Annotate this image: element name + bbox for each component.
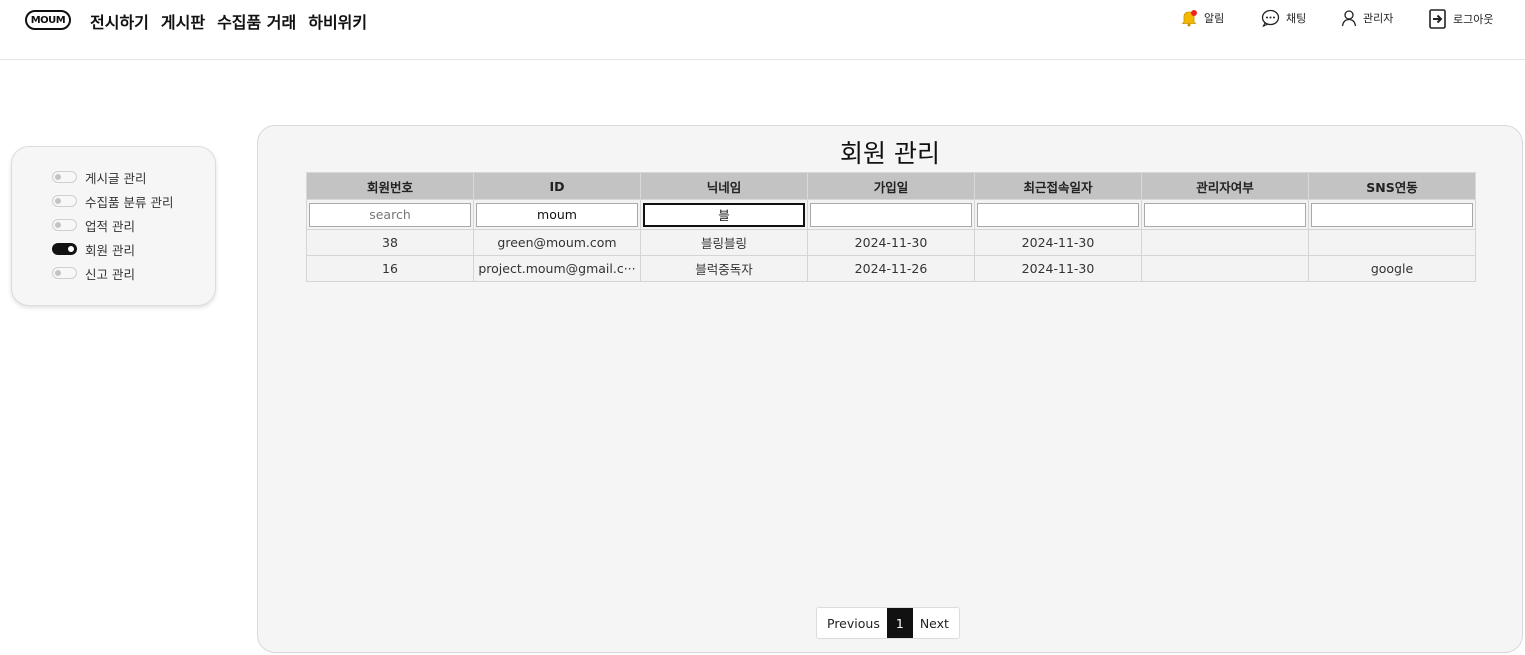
sidebar-item-achievement-management[interactable]: 업적 관리 (52, 213, 173, 237)
filter-cell (640, 199, 808, 230)
filter-cell (306, 199, 474, 230)
sidebar-item-label: 신고 관리 (85, 266, 135, 282)
table-header-row: 회원번호 ID 닉네임 가입일 최근접속일자 관리자여부 SNS연동 (306, 172, 1476, 200)
cell-member-no: 38 (306, 229, 474, 256)
sidebar-item-label: 업적 관리 (85, 218, 135, 234)
admin-menu-list: 게시글 관리 수집품 분류 관리 업적 관리 회원 관리 신고 관리 (52, 165, 173, 285)
filter-cell (1308, 199, 1476, 230)
cell-id: project.moum@gmail.c··· (473, 255, 641, 282)
toggle-switch-active[interactable] (52, 243, 77, 255)
alarm-label: 알림 (1204, 12, 1225, 25)
main-menu: 전시하기 게시판 수집품 거래 하비위키 (90, 9, 367, 33)
filter-cell (807, 199, 975, 230)
logout-label: 로그아웃 (1453, 13, 1494, 26)
cell-id: green@moum.com (473, 229, 641, 256)
current-page-button[interactable]: 1 (886, 608, 913, 638)
logout-icon (1429, 9, 1447, 29)
toggle-switch[interactable] (52, 171, 77, 183)
column-header-is-admin[interactable]: 관리자여부 (1141, 172, 1309, 200)
sidebar-item-report-management[interactable]: 신고 관리 (52, 261, 173, 285)
chat-bubble-icon (1261, 9, 1280, 27)
chat-label: 채팅 (1286, 12, 1307, 25)
filter-row (306, 199, 1476, 230)
last-login-search-input[interactable] (977, 202, 1139, 227)
pagination: Previous 1 Next (816, 607, 960, 639)
column-header-sns[interactable]: SNS연동 (1308, 172, 1476, 200)
bell-icon (1180, 9, 1198, 27)
member-management-panel: 회원 관리 회원번호 ID 닉네임 가입일 최근접속일자 관리자여부 SNS연동 (257, 125, 1523, 653)
column-header-id[interactable]: ID (473, 172, 641, 200)
table-row[interactable]: 16 project.moum@gmail.c··· 블럭중독자 2024-11… (306, 255, 1476, 282)
cell-is-admin (1141, 255, 1309, 282)
column-header-last-login[interactable]: 최근접속일자 (974, 172, 1142, 200)
toggle-switch[interactable] (52, 219, 77, 231)
sidebar-item-label: 게시글 관리 (85, 170, 147, 186)
cell-join-date: 2024-11-26 (807, 255, 975, 282)
toggle-switch[interactable] (52, 195, 77, 207)
menu-hobbywiki[interactable]: 하비위키 (308, 9, 367, 33)
top-navbar: MOUM 전시하기 게시판 수집품 거래 하비위키 알림 채팅 관리자 로그아웃 (0, 0, 1525, 60)
cell-last-login: 2024-11-30 (974, 255, 1142, 282)
toggle-switch[interactable] (52, 267, 77, 279)
cell-is-admin (1141, 229, 1309, 256)
table-row[interactable]: 38 green@moum.com 블링블링 2024-11-30 2024-1… (306, 229, 1476, 256)
sidebar-item-category-management[interactable]: 수집품 분류 관리 (52, 189, 173, 213)
menu-exhibit[interactable]: 전시하기 (90, 9, 149, 33)
cell-sns (1308, 229, 1476, 256)
filter-cell (1141, 199, 1309, 230)
sidebar-item-label: 수집품 분류 관리 (85, 194, 174, 210)
page-title: 회원 관리 (840, 139, 940, 168)
filter-cell (473, 199, 641, 230)
chat-button[interactable]: 채팅 (1261, 9, 1306, 27)
user-icon (1341, 9, 1357, 27)
previous-page-button[interactable]: Previous (820, 616, 887, 631)
cell-sns: google (1308, 255, 1476, 282)
menu-board[interactable]: 게시판 (161, 9, 205, 33)
member-no-search-input[interactable] (309, 202, 471, 227)
admin-label: 관리자 (1363, 12, 1394, 25)
is-admin-search-input[interactable] (1144, 202, 1306, 227)
column-header-nickname[interactable]: 닉네임 (640, 172, 808, 200)
logout-button[interactable]: 로그아웃 (1429, 9, 1493, 29)
filter-cell (974, 199, 1142, 230)
menu-trade[interactable]: 수집품 거래 (217, 9, 296, 33)
cell-join-date: 2024-11-30 (807, 229, 975, 256)
sidebar-item-label: 회원 관리 (85, 242, 135, 258)
cell-last-login: 2024-11-30 (974, 229, 1142, 256)
sidebar-item-post-management[interactable]: 게시글 관리 (52, 165, 173, 189)
join-date-search-input[interactable] (810, 202, 972, 227)
nickname-search-input[interactable] (643, 202, 805, 227)
member-table: 회원번호 ID 닉네임 가입일 최근접속일자 관리자여부 SNS연동 38 (306, 172, 1476, 282)
alarm-button[interactable]: 알림 (1180, 9, 1224, 27)
moum-logo[interactable]: MOUM (25, 10, 71, 30)
cell-member-no: 16 (306, 255, 474, 282)
sns-search-input[interactable] (1311, 202, 1473, 227)
admin-button[interactable]: 관리자 (1341, 9, 1393, 27)
id-search-input[interactable] (476, 202, 638, 227)
sidebar-item-member-management[interactable]: 회원 관리 (52, 237, 173, 261)
admin-sidebar: 게시글 관리 수집품 분류 관리 업적 관리 회원 관리 신고 관리 (11, 146, 216, 306)
column-header-member-no[interactable]: 회원번호 (306, 172, 474, 200)
column-header-join-date[interactable]: 가입일 (807, 172, 975, 200)
cell-nickname: 블링블링 (640, 229, 808, 256)
next-page-button[interactable]: Next (913, 616, 956, 631)
cell-nickname: 블럭중독자 (640, 255, 808, 282)
